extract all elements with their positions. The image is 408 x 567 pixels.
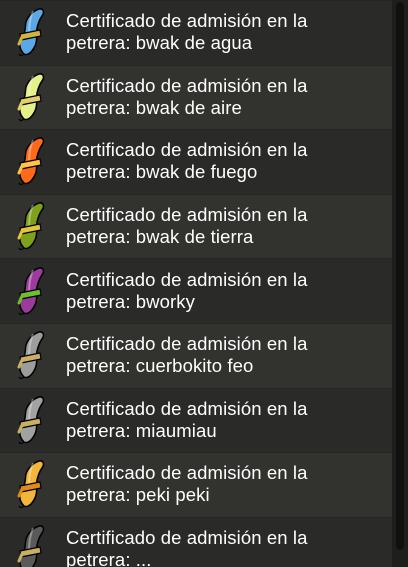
scroll-icon-dark	[6, 521, 54, 567]
scroll-icon-green	[6, 198, 54, 254]
list-item[interactable]: Certificado de admisión en la petrera: m…	[0, 387, 392, 453]
row-divider	[0, 516, 392, 518]
row-divider	[0, 258, 392, 260]
scroll-icon-gray	[6, 327, 54, 383]
item-label: Certificado de admisión en la petrera: m…	[66, 397, 308, 441]
scroll-thumb[interactable]	[396, 2, 404, 550]
certificate-list: Certificado de admisión en la petrera: b…	[0, 0, 392, 567]
item-label: Certificado de admisión en la petrera: b…	[66, 74, 308, 118]
scroll-icon-purple	[6, 263, 54, 319]
list-item[interactable]: Certificado de admisión en la petrera: b…	[0, 129, 392, 194]
row-divider	[0, 322, 392, 324]
item-label: Certificado de admisión en la petrera: b…	[66, 204, 308, 248]
scrollbar[interactable]	[392, 0, 408, 567]
scroll-icon-yellow-green	[6, 69, 54, 125]
scroll-icon-orange	[6, 133, 54, 189]
item-label: Certificado de admisión en la petrera: p…	[66, 462, 308, 506]
row-divider	[0, 387, 392, 389]
item-label: Certificado de admisión en la petrera: b…	[66, 268, 308, 312]
list-item[interactable]: Certificado de admisión en la petrera: b…	[0, 64, 392, 130]
row-divider	[0, 64, 392, 66]
item-label: Certificado de admisión en la petrera: b…	[66, 139, 308, 183]
list-item[interactable]: Certificado de admisión en la petrera: .…	[0, 516, 392, 567]
item-label: Certificado de admisión en la petrera: c…	[66, 333, 308, 377]
row-divider	[0, 129, 392, 131]
list-item[interactable]: Certificado de admisión en la petrera: b…	[0, 193, 392, 259]
list-item[interactable]: Certificado de admisión en la petrera: b…	[0, 258, 392, 323]
row-divider	[0, 0, 392, 1]
scroll-icon-gray	[6, 392, 54, 448]
scroll-icon-gold	[6, 456, 54, 512]
list-item[interactable]: Certificado de admisión en la petrera: p…	[0, 452, 392, 517]
row-divider	[0, 193, 392, 195]
scroll-icon-blue	[6, 4, 54, 60]
item-label: Certificado de admisión en la petrera: b…	[66, 10, 308, 54]
list-item[interactable]: Certificado de admisión en la petrera: c…	[0, 322, 392, 388]
list-item[interactable]: Certificado de admisión en la petrera: b…	[0, 0, 392, 65]
row-divider	[0, 452, 392, 454]
item-label: Certificado de admisión en la petrera: .…	[66, 527, 308, 567]
